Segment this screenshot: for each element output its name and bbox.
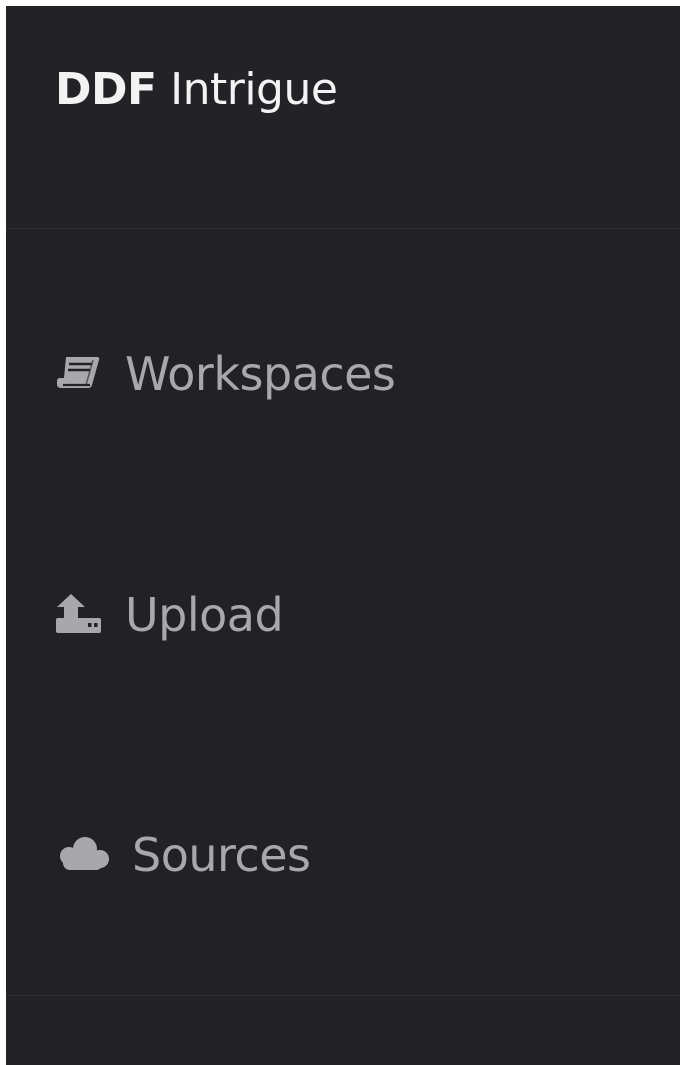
nav-label-upload: Upload (125, 588, 284, 642)
nav-label-workspaces: Workspaces (125, 347, 396, 401)
upload-icon (52, 592, 112, 636)
cloud-icon (52, 832, 112, 876)
brand-name-light: Intrigue (170, 64, 338, 115)
book-icon (52, 351, 112, 395)
nav-item-workspaces[interactable]: Workspaces (6, 313, 680, 433)
brand-name-bold: DDF (55, 64, 157, 115)
sidebar-footer (6, 996, 680, 1065)
nav-label-sources: Sources (132, 828, 311, 882)
nav-item-upload[interactable]: Upload (6, 554, 680, 674)
sidebar-header: DDF Intrigue (6, 6, 680, 229)
sidebar-panel: DDF Intrigue Workspaces Upload Sources (6, 6, 680, 1065)
nav-item-sources[interactable]: Sources (6, 794, 680, 914)
app-brand[interactable]: DDF Intrigue (55, 62, 338, 118)
